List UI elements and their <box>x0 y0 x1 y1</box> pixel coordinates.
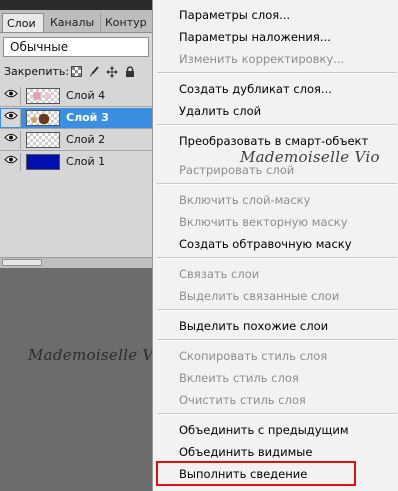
menu-separator <box>157 124 397 126</box>
scroll-thumb[interactable] <box>2 259 42 266</box>
layer-name: Слой 2 <box>66 133 106 146</box>
eye-icon[interactable] <box>1 131 21 149</box>
menu-item-link-layers: Связать слои <box>179 267 260 281</box>
tab-layers[interactable]: Слои <box>2 13 44 32</box>
highlight-box <box>156 461 356 486</box>
menu-item-merge-visible[interactable]: Объединить видимые <box>179 442 312 462</box>
menu-item-delete-layer[interactable]: Удалить слой <box>179 101 261 121</box>
menu-separator <box>157 309 397 311</box>
menu-item-select-linked-layers: Выделить связанные слои <box>179 289 340 303</box>
menu-item-enable-vector-mask: Включить векторную маску <box>179 215 348 229</box>
horizontal-scrollbar[interactable] <box>0 257 152 268</box>
layer-thumbnail <box>26 154 60 170</box>
lock-label: Закрепить: <box>4 65 70 78</box>
context-menu: Параметры слоя... Параметры наложения...… <box>152 0 398 491</box>
layer-thumbnail <box>26 110 60 126</box>
eye-icon[interactable] <box>1 87 21 105</box>
menu-item-edit-adjustment: Изменить корректировку... <box>179 52 345 66</box>
layer-row-2[interactable]: Слой 2 <box>0 130 152 151</box>
menu-item-select-similar-layers[interactable]: Выделить похожие слои <box>179 316 328 336</box>
lock-move-icon[interactable] <box>106 66 118 78</box>
menu-separator <box>157 257 397 259</box>
panel-header-strip <box>0 0 152 10</box>
lock-all-icon[interactable] <box>124 66 136 78</box>
tab-paths[interactable]: Контур <box>100 13 152 32</box>
menu-item-blending-options[interactable]: Параметры наложения... <box>179 27 331 47</box>
layers-panel: Слои Каналы Контур Обычные Закрепить: Сл… <box>0 0 152 258</box>
menu-item-layer-properties[interactable]: Параметры слоя... <box>179 5 290 25</box>
menu-item-enable-layer-mask: Включить слой-маску <box>179 193 311 207</box>
layer-thumbnail <box>26 88 60 104</box>
eye-icon[interactable] <box>1 153 21 171</box>
blend-mode-select[interactable]: Обычные <box>3 37 149 57</box>
layer-row-4[interactable]: Слой 4 <box>0 86 152 107</box>
panel-tabs: Слои Каналы Контур <box>0 10 152 33</box>
menu-separator <box>157 183 397 185</box>
lock-paint-icon[interactable] <box>88 66 100 78</box>
menu-item-duplicate-layer[interactable]: Создать дубликат слоя... <box>179 79 332 99</box>
menu-separator <box>157 413 397 415</box>
lock-transparency-icon[interactable] <box>70 66 82 78</box>
layer-row-3[interactable]: Слой 3 <box>0 108 152 129</box>
menu-item-paste-layer-style: Вклеить стиль слоя <box>179 371 299 385</box>
watermark: Mademoiselle Vio <box>28 346 168 364</box>
layers-empty-area <box>0 172 152 258</box>
menu-item-create-clipping-mask[interactable]: Создать обтравочную маску <box>179 234 352 254</box>
watermark: Mademoiselle Vio <box>240 148 380 166</box>
eye-icon[interactable] <box>1 109 21 127</box>
tab-channels[interactable]: Каналы <box>46 13 100 32</box>
layer-name: Слой 4 <box>66 89 106 102</box>
layer-row-1[interactable]: Слой 1 <box>0 152 152 173</box>
menu-separator <box>157 72 397 74</box>
layer-name: Слой 3 <box>66 111 109 124</box>
layer-thumbnail <box>26 132 60 148</box>
layer-name: Слой 1 <box>66 155 106 168</box>
menu-item-merge-down[interactable]: Объединить с предыдущим <box>179 420 349 440</box>
canvas-area <box>0 268 160 491</box>
menu-item-clear-layer-style: Очистить стиль слоя <box>179 393 306 407</box>
menu-separator <box>157 339 397 341</box>
menu-item-copy-layer-style: Скопировать стиль слоя <box>179 349 328 363</box>
